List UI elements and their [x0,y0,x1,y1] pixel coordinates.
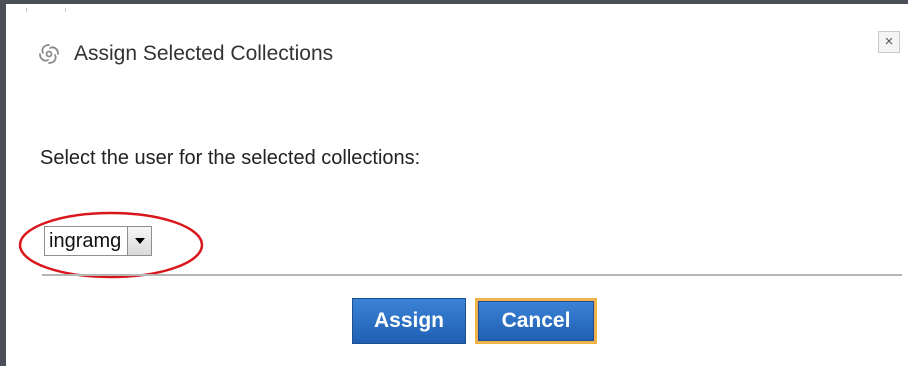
assign-button[interactable]: Assign [352,298,466,344]
window-edge-mark [26,8,66,12]
user-select[interactable]: ingramg [44,226,153,256]
close-button[interactable]: × [878,31,900,53]
spiral-swirl-icon [36,41,62,67]
cancel-button[interactable]: Cancel [475,298,597,344]
dialog-window: Assign Selected Collections × Select the… [0,0,908,366]
dialog-title: Assign Selected Collections [74,42,334,65]
close-icon[interactable]: × [885,33,894,50]
footer-divider [42,274,902,276]
user-select-value[interactable]: ingramg [45,227,127,255]
dialog-title-bar: Assign Selected Collections [36,38,333,70]
select-user-prompt: Select the user for the selected collect… [40,147,421,169]
chevron-down-icon[interactable] [127,227,152,255]
